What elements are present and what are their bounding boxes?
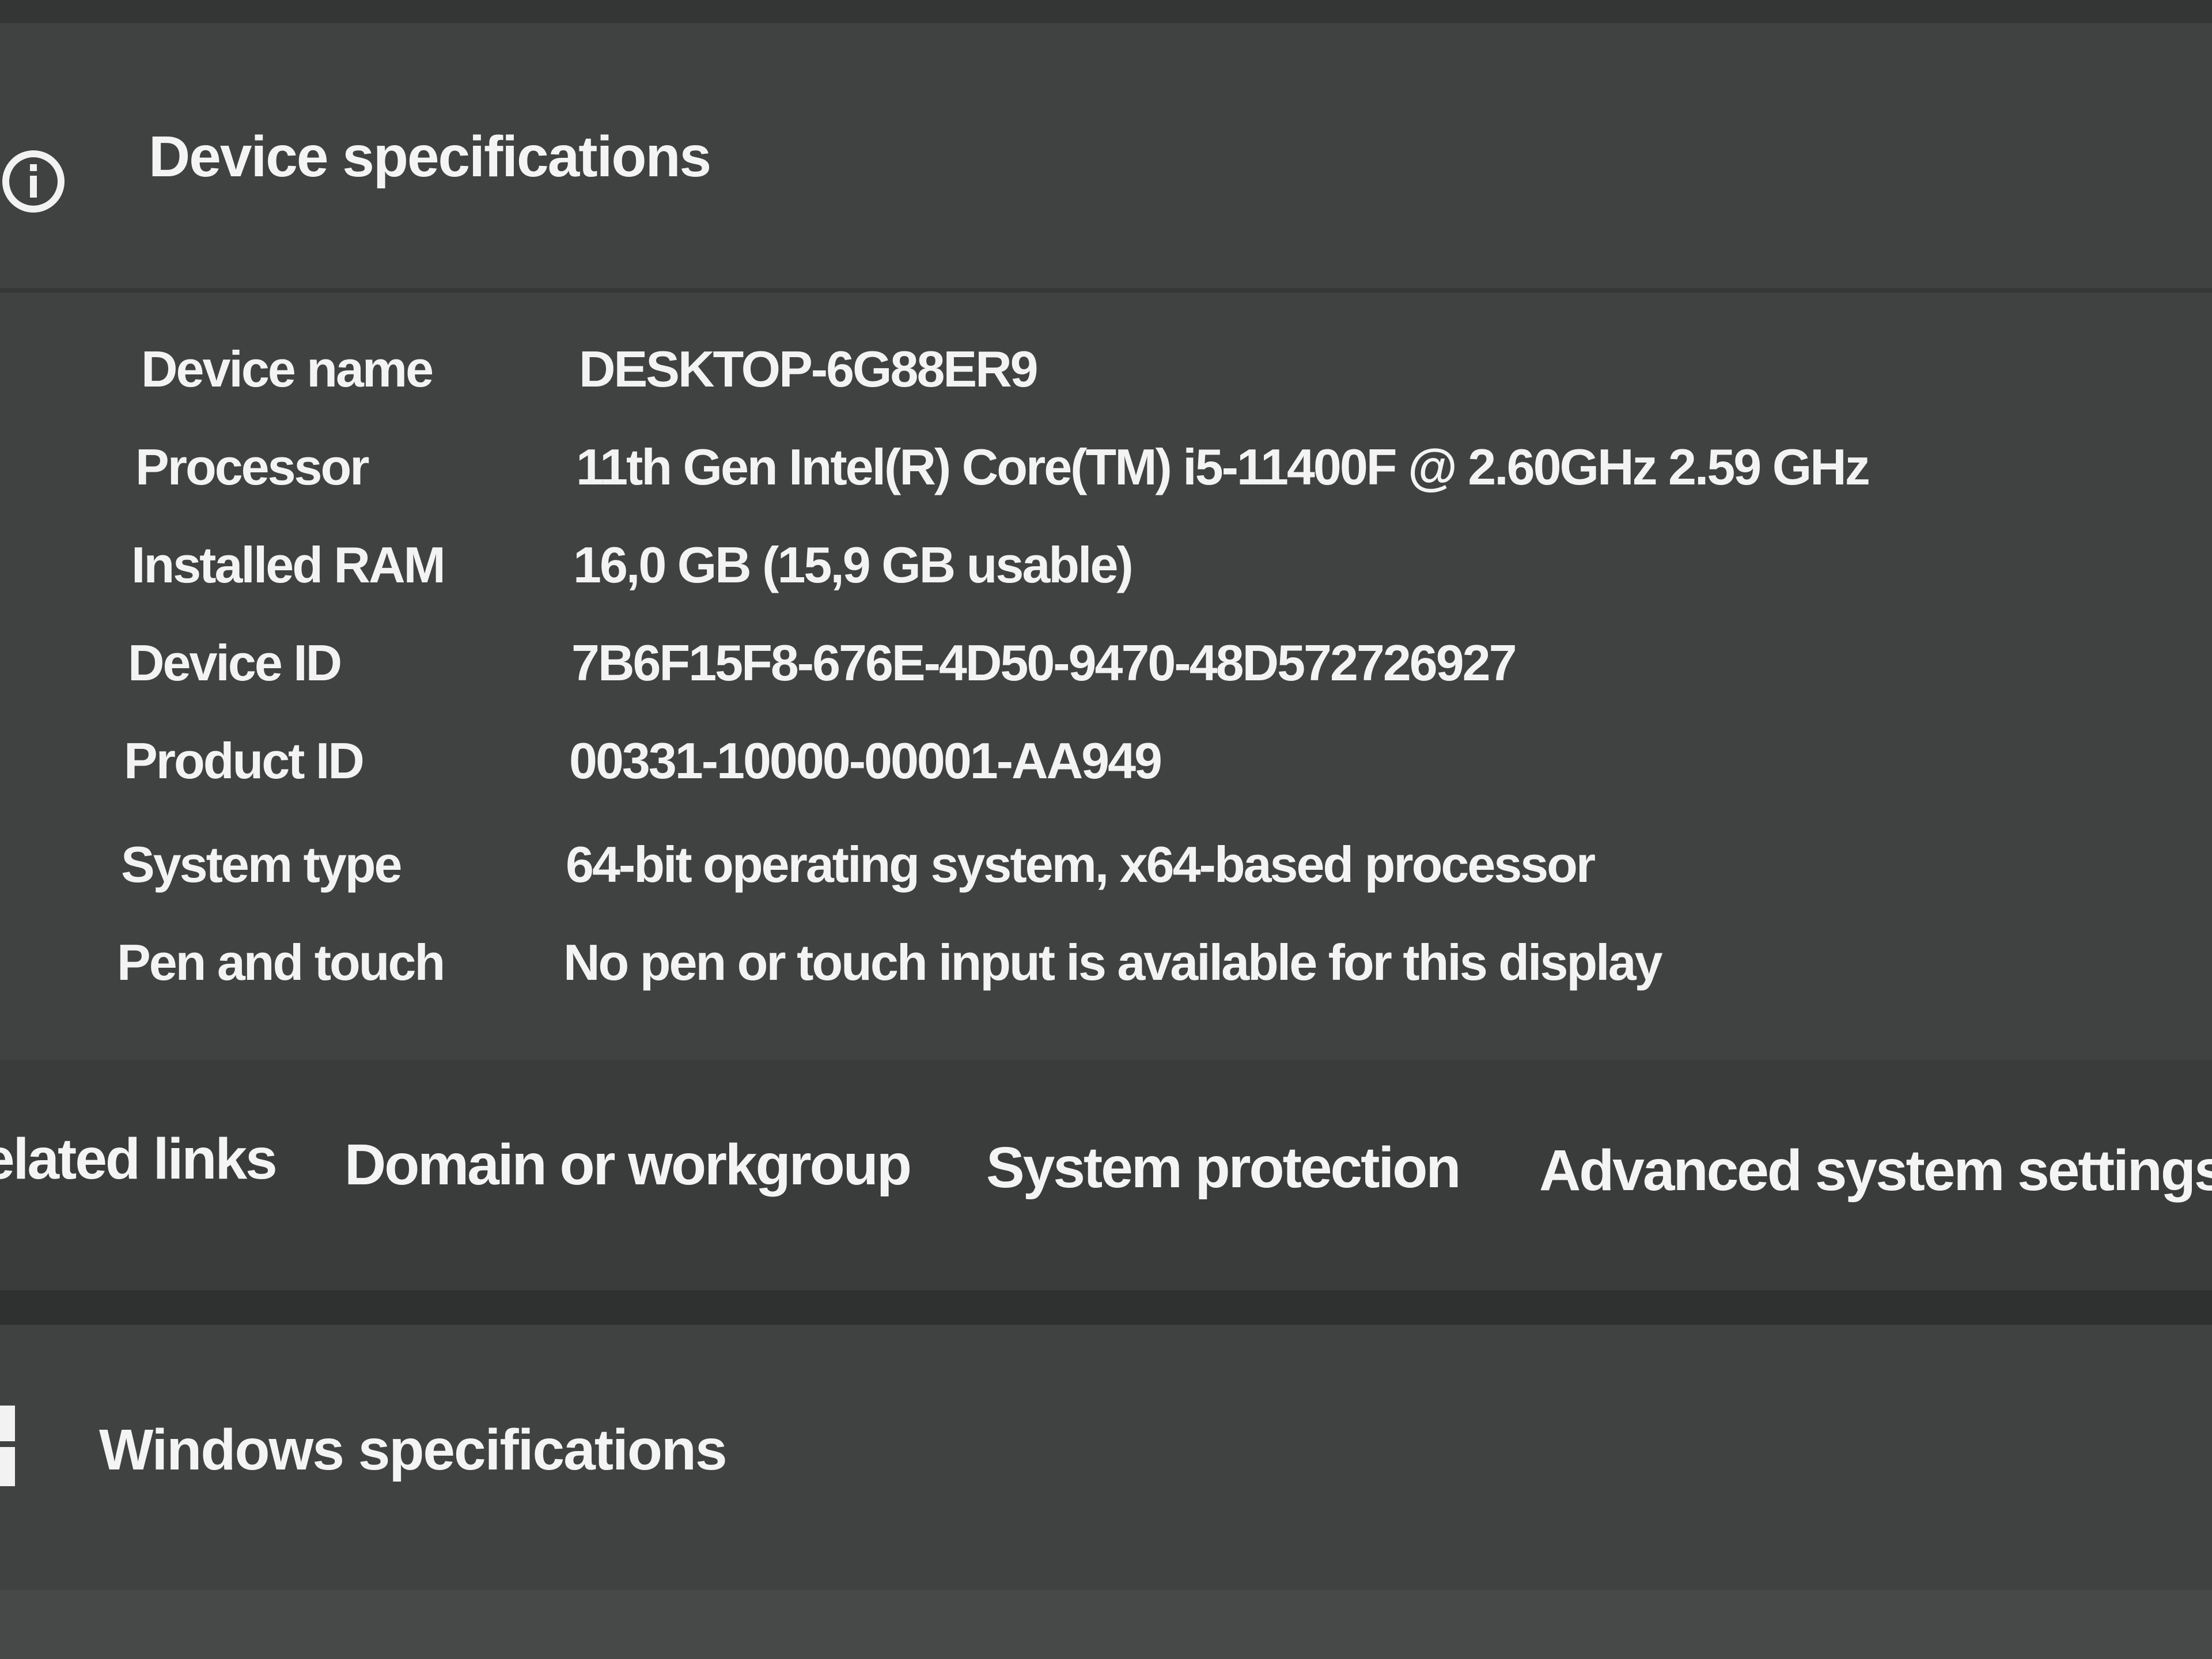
- windows-specifications-title: Windows specifications: [99, 1418, 728, 1482]
- windows-specifications-card: Windows specifications: [0, 1325, 2212, 1590]
- spec-value: 16,0 GB (15,9 GB usable): [573, 536, 1134, 593]
- related-links-heading: elated links: [0, 1127, 278, 1191]
- spec-row-device-name: Device name DESKTOP-6G88ER9: [0, 328, 2212, 426]
- related-links-bar: elated links Domain or workgroup System …: [0, 1060, 2212, 1290]
- spec-label: Processor: [135, 438, 369, 495]
- spec-row-pen-and-touch: Pen and touch No pen or touch input is a…: [0, 922, 2212, 1020]
- spec-row-installed-ram: Installed RAM 16,0 GB (15,9 GB usable): [0, 524, 2212, 622]
- window-top-strip: [0, 0, 2212, 23]
- spec-value: 64-bit operating system, x64-based proce…: [566, 836, 1596, 893]
- domain-or-workgroup-link[interactable]: Domain or workgroup: [344, 1132, 912, 1198]
- section-divider: [0, 1290, 2212, 1325]
- spec-value: 00331-10000-00001-AA949: [569, 732, 1162, 789]
- device-specifications-title: Device specifications: [149, 124, 711, 189]
- header-divider: [0, 288, 2212, 293]
- spec-label: Device ID: [128, 634, 342, 691]
- spec-row-system-type: System type 64-bit operating system, x64…: [0, 824, 2212, 922]
- spec-label: Product ID: [124, 732, 365, 789]
- spec-label: Pen and touch: [117, 934, 445, 991]
- device-specifications-card: Device specifications Device name DESKTO…: [0, 23, 2212, 1060]
- spec-label: Installed RAM: [131, 536, 446, 593]
- spec-value: 11th Gen Intel(R) Core(TM) i5-11400F @ 2…: [576, 438, 1870, 495]
- windows-specifications-details: [0, 1590, 2212, 1659]
- spec-label: Device name: [141, 340, 434, 397]
- spec-value: No pen or touch input is available for t…: [563, 934, 1663, 991]
- spec-value: DESKTOP-6G88ER9: [579, 340, 1039, 397]
- spec-row-device-id: Device ID 7B6F15F8-676E-4D50-9470-48D572…: [0, 622, 2212, 720]
- advanced-system-settings-link[interactable]: Advanced system settings: [1539, 1138, 2212, 1204]
- system-protection-link[interactable]: System protection: [986, 1135, 1461, 1201]
- spec-label: System type: [121, 836, 402, 893]
- windows-icon: [0, 1406, 15, 1486]
- info-icon: [2, 150, 65, 213]
- spec-value: 7B6F15F8-676E-4D50-9470-48D572726927: [571, 634, 1517, 691]
- spec-row-product-id: Product ID 00331-10000-00001-AA949: [0, 720, 2212, 818]
- spec-row-processor: Processor 11th Gen Intel(R) Core(TM) i5-…: [0, 426, 2212, 524]
